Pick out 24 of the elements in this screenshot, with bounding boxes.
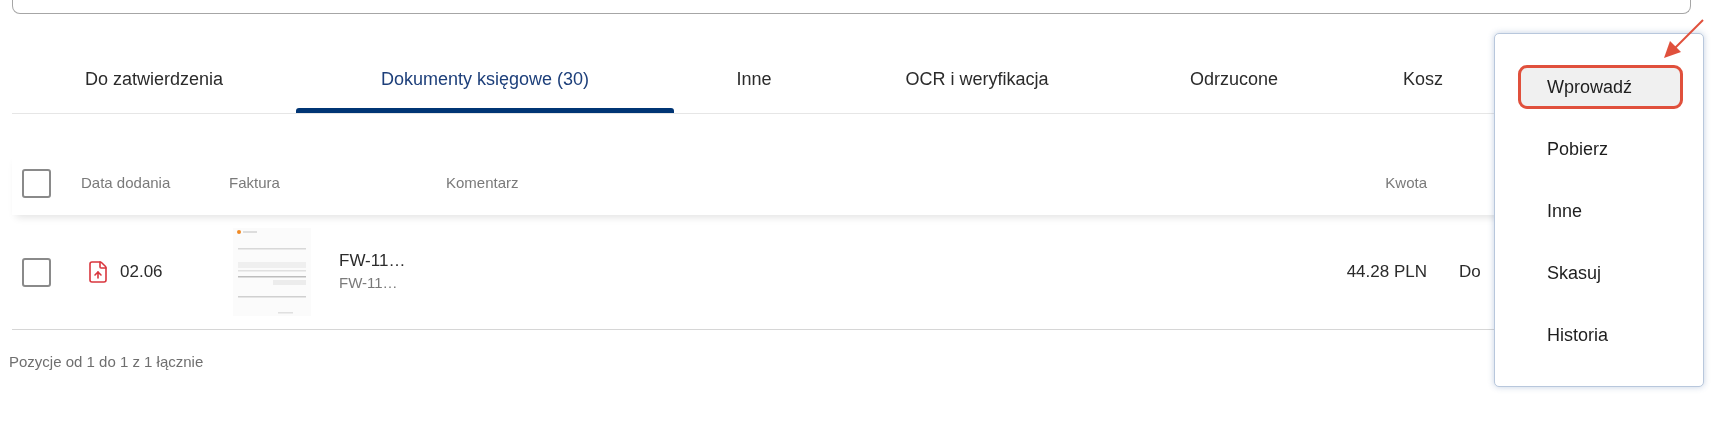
menu-item[interactable]: Skasuj (1518, 251, 1683, 295)
invoice-number: FW-11… (339, 250, 406, 272)
checkbox[interactable] (22, 169, 51, 198)
tab[interactable]: Dokumenty księgowe (30) (296, 54, 674, 113)
tab[interactable]: Do zatwierdzenia (12, 54, 296, 113)
menu-item[interactable]: Wprowadź (1518, 65, 1683, 109)
column-header: Kwota (1385, 173, 1427, 194)
menu-item[interactable]: Inne (1518, 189, 1683, 233)
checkbox[interactable] (22, 257, 51, 287)
column-header: Faktura (229, 174, 280, 192)
column-header: Komentarz (446, 173, 519, 194)
invoice-subtitle: FW-11… (339, 273, 399, 293)
tab[interactable]: Odrzucone (1120, 54, 1348, 113)
column-header: Data dodania (81, 174, 171, 192)
menu-item[interactable]: Pobierz (1518, 127, 1683, 171)
table-cell: Do (1459, 262, 1481, 282)
tab[interactable]: Inne (674, 54, 834, 113)
table-cell-text: 44.28 PLN (1346, 261, 1427, 284)
table-cell-text: 02.06 (120, 261, 163, 284)
pdf-file-icon (86, 260, 110, 284)
tab[interactable]: Kosz (1348, 54, 1498, 113)
pagination-summary: Pozycje od 1 do 1 z 1 łącznie (9, 353, 204, 370)
menu-item[interactable]: Historia (1518, 313, 1683, 357)
tab[interactable]: OCR i weryfikacja (834, 54, 1120, 113)
